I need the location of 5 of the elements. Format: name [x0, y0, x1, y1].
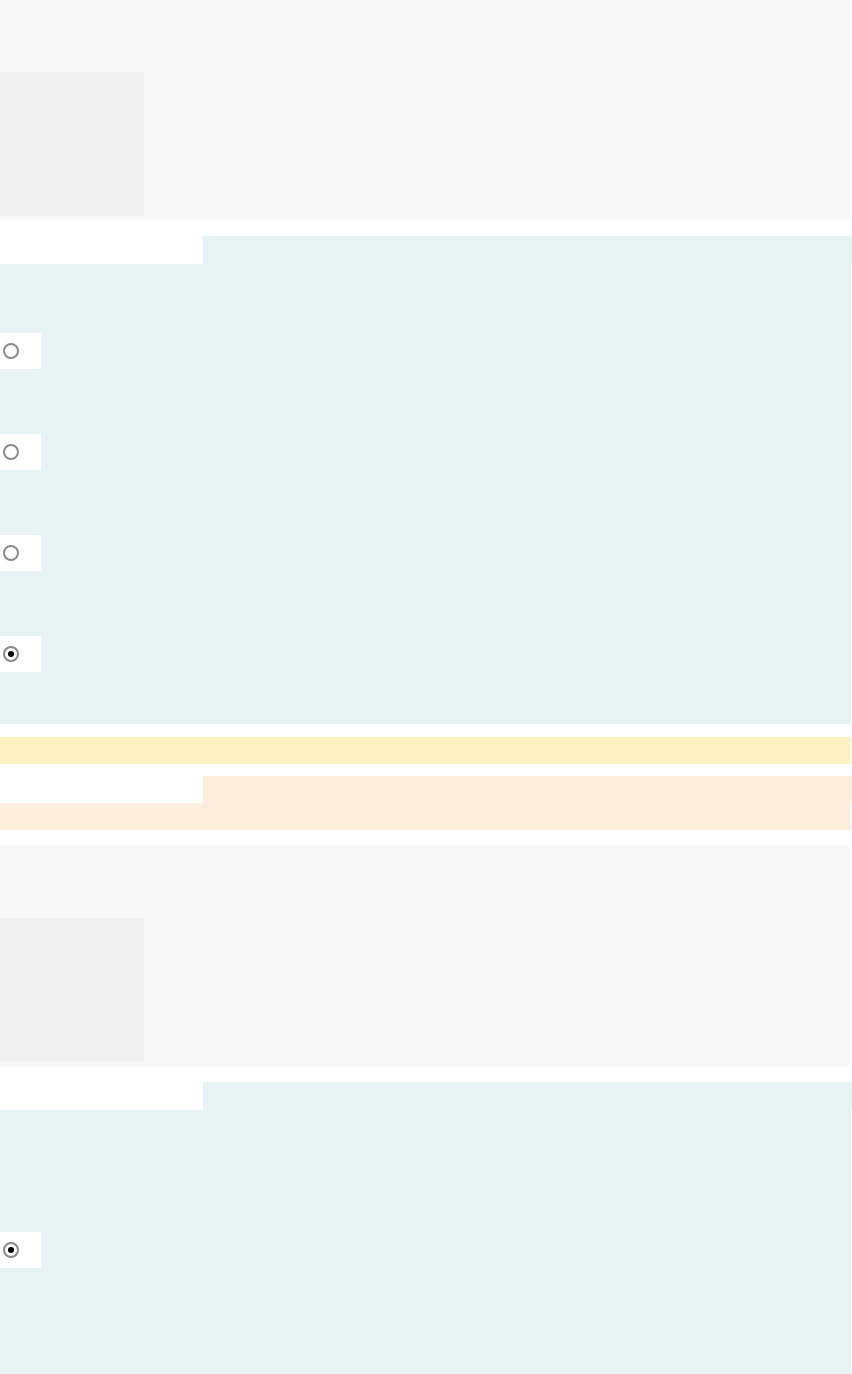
radio-button[interactable] — [3, 343, 19, 359]
radio-button[interactable] — [3, 646, 19, 662]
radio-button[interactable] — [3, 444, 19, 460]
radio-button[interactable] — [3, 545, 19, 561]
radio-button[interactable] — [3, 1242, 19, 1258]
